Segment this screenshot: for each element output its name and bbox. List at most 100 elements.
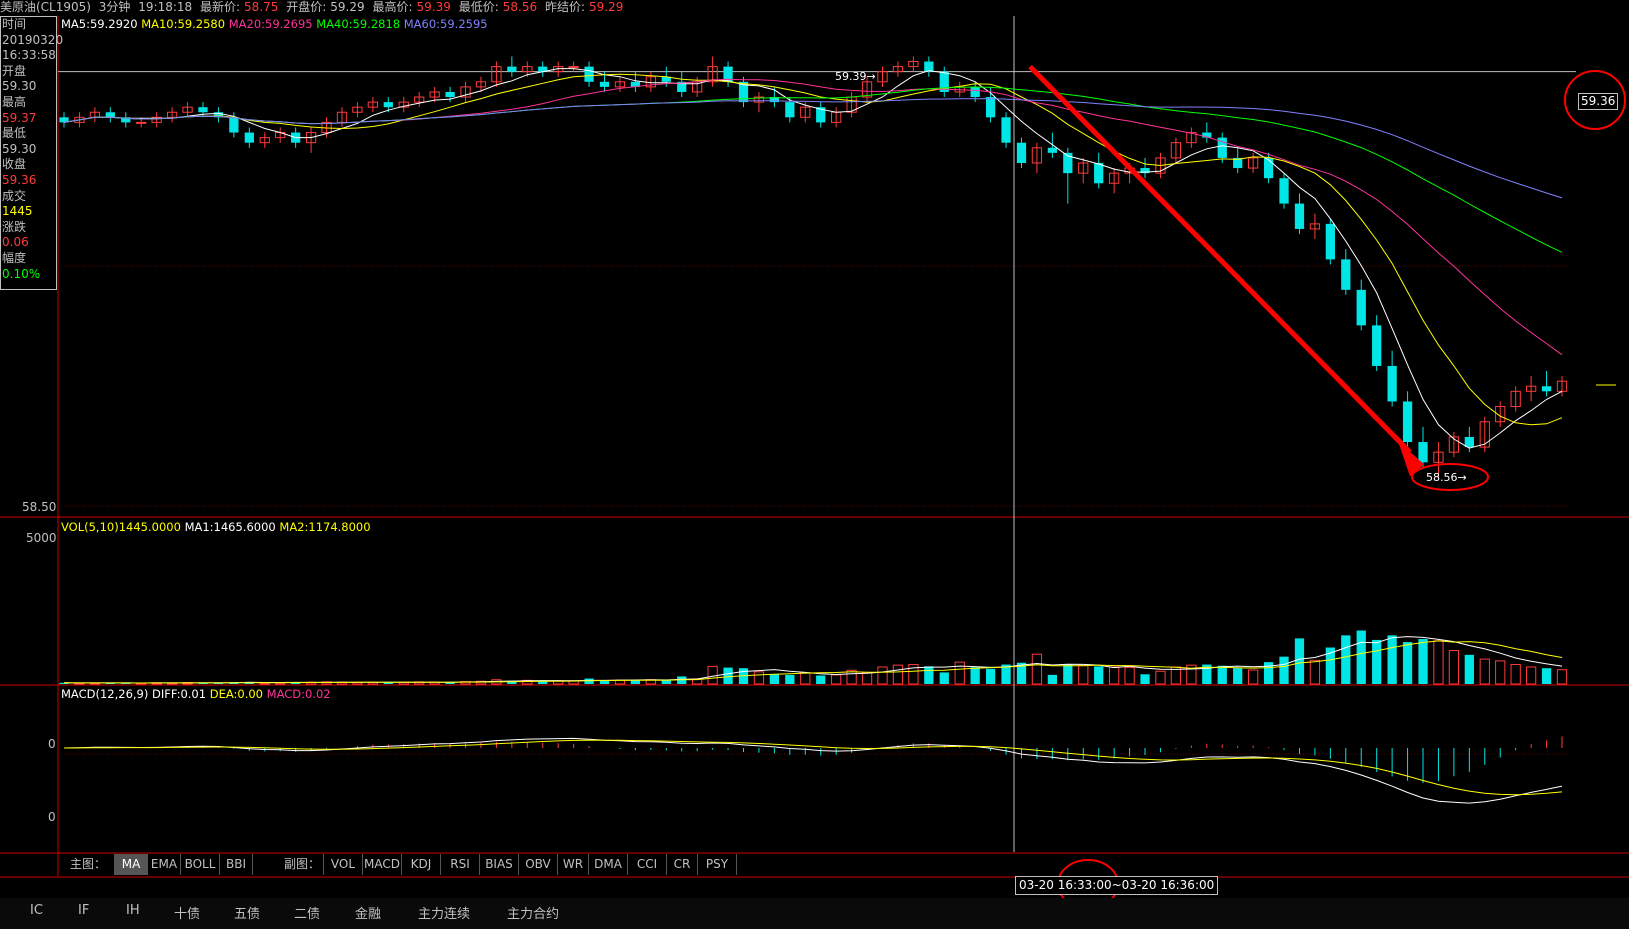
sub-tab-psy[interactable]: PSY <box>698 854 737 875</box>
sub-tab-dma[interactable]: DMA <box>589 854 628 875</box>
max-price-marker: 59.39→ <box>835 70 876 83</box>
info-close: 59.36 <box>2 172 37 187</box>
candle-40 <box>677 71 687 98</box>
volume-bar-46 <box>769 673 780 684</box>
candle-61 <box>1001 112 1011 148</box>
ma20-line <box>63 78 1563 356</box>
candle-body <box>1464 436 1474 448</box>
sub-tab-cr[interactable]: CR <box>667 854 698 875</box>
chart-frames <box>0 16 1629 878</box>
sub-tab-bias[interactable]: BIAS <box>480 854 519 875</box>
volume-bar-63 <box>1031 653 1043 685</box>
candle-body <box>1047 147 1058 153</box>
main-tab-bbi[interactable]: BBI <box>220 854 253 875</box>
contract-tab-bar: IC IF IH 十债 五债 二债 金融 主力连续 主力合约 <box>0 898 1629 929</box>
ma60-legend: MA60:59.2595 <box>403 17 488 31</box>
macd-value: MACD:0.02 <box>266 687 331 701</box>
sub-tab-vol[interactable]: VOL <box>324 854 363 875</box>
candle-56 <box>924 56 934 77</box>
contract-tab-5[interactable]: 二债 <box>294 903 320 922</box>
open-price-label: 开盘价: <box>286 0 327 14</box>
low-price-value: 58.56 <box>502 0 538 14</box>
candle-body <box>1001 117 1011 143</box>
candle-95 <box>1525 376 1537 402</box>
contract-tab-7[interactable]: 主力连续 <box>418 903 470 922</box>
candle-28 <box>491 61 502 87</box>
volume-bar-50 <box>831 674 842 685</box>
volume-bar-87 <box>1402 642 1413 684</box>
info-amp-label: 幅度 <box>2 250 27 265</box>
sub-tab-obv[interactable]: OBV <box>519 854 558 875</box>
chart-gridlines <box>58 16 1576 852</box>
macd-diff: DIFF:0.01 <box>152 687 207 701</box>
candle-20 <box>367 97 378 113</box>
sub-tab-rsi[interactable]: RSI <box>441 854 480 875</box>
volume-ma1: MA1:1465.6000 <box>184 520 276 534</box>
crosshair-info-box: 时间 20190320 16:33:58 开盘 59.30 最高 59.37 最… <box>0 16 64 290</box>
candle-86 <box>1387 350 1397 407</box>
candle-body <box>383 102 393 108</box>
prev-settle-value: 59.29 <box>588 0 624 14</box>
volume-bar-77 <box>1248 669 1259 685</box>
kline-chart[interactable] <box>0 0 1629 929</box>
contract-tab-6[interactable]: 金融 <box>355 903 381 922</box>
candle-94 <box>1510 386 1521 412</box>
volume-legend: VOL(5,10)1445.0000 MA1:1465.6000 MA2:117… <box>61 520 371 534</box>
main-tab-ma[interactable]: MA <box>115 854 148 875</box>
candle-body <box>584 66 594 82</box>
min-price-value: 58.56 <box>1426 471 1458 484</box>
time-range-start-date: 03-20 <box>1019 878 1054 892</box>
high-price-value: 59.39 <box>416 0 451 14</box>
candle-85 <box>1372 315 1382 372</box>
volume-bar-43 <box>723 667 733 684</box>
info-high: 59.37 <box>2 110 37 125</box>
volume-bar-21 <box>383 682 393 684</box>
downtrend-arrow-shaft <box>1028 64 1412 454</box>
volume-legend-main: VOL(5,10)1445.0000 <box>61 520 181 534</box>
contract-tab-3[interactable]: 十债 <box>174 903 200 922</box>
macd-axis-tick-2: 0 <box>48 810 56 824</box>
candle-body <box>599 81 610 87</box>
volume-bar-79 <box>1279 656 1289 684</box>
candle-7 <box>166 107 178 123</box>
sub-tab-cci[interactable]: CCI <box>628 854 667 875</box>
info-time: 16:33:58 <box>2 48 56 63</box>
info-date: 20190320 <box>2 32 64 47</box>
main-tab-ema[interactable]: EMA <box>148 854 181 875</box>
candle-body <box>568 66 579 69</box>
candle-body <box>1016 142 1027 163</box>
candle-80 <box>1294 193 1305 235</box>
volume-bars <box>59 630 1568 685</box>
time-range-end: 03-20 16:36:00 <box>1121 878 1215 892</box>
info-low: 59.30 <box>2 141 37 156</box>
period-label: 3分钟 <box>98 0 131 14</box>
volume-bar-88 <box>1418 639 1428 684</box>
candle-79 <box>1279 173 1289 209</box>
volume-bar-93 <box>1495 660 1506 685</box>
macd-axis-tick-1: 0 <box>48 737 56 751</box>
volume-ma10-line <box>63 640 1563 684</box>
contract-tab-1[interactable]: IF <box>78 903 89 918</box>
time-range-label: 03-20 16:33:00~03-20 16:36:00 <box>1015 876 1219 895</box>
candle-72 <box>1170 137 1182 163</box>
sub-tab-kdj[interactable]: KDJ <box>402 854 441 875</box>
contract-tab-2[interactable]: IH <box>126 903 140 918</box>
candle-body <box>1402 401 1413 443</box>
main-tab-boll[interactable]: BOLL <box>181 854 220 875</box>
contract-tab-8[interactable]: 主力合约 <box>507 903 559 922</box>
candle-body <box>445 91 455 98</box>
contract-tab-0[interactable]: IC <box>30 903 43 918</box>
volume-bar-54 <box>892 664 904 685</box>
candle-87 <box>1402 391 1413 448</box>
candle-12 <box>244 127 254 148</box>
candle-2 <box>89 107 101 123</box>
volume-ma2: MA2:1174.8000 <box>279 520 371 534</box>
contract-tab-4[interactable]: 五债 <box>234 903 260 922</box>
sub-tab-wr[interactable]: WR <box>558 854 589 875</box>
volume-bar-69 <box>1124 667 1135 685</box>
candle-body <box>1541 386 1552 392</box>
ma5-legend: MA5:59.2920 <box>61 17 138 31</box>
sub-tab-macd[interactable]: MACD <box>363 854 402 875</box>
open-price-value: 59.29 <box>330 0 365 14</box>
candle-25 <box>445 86 455 103</box>
